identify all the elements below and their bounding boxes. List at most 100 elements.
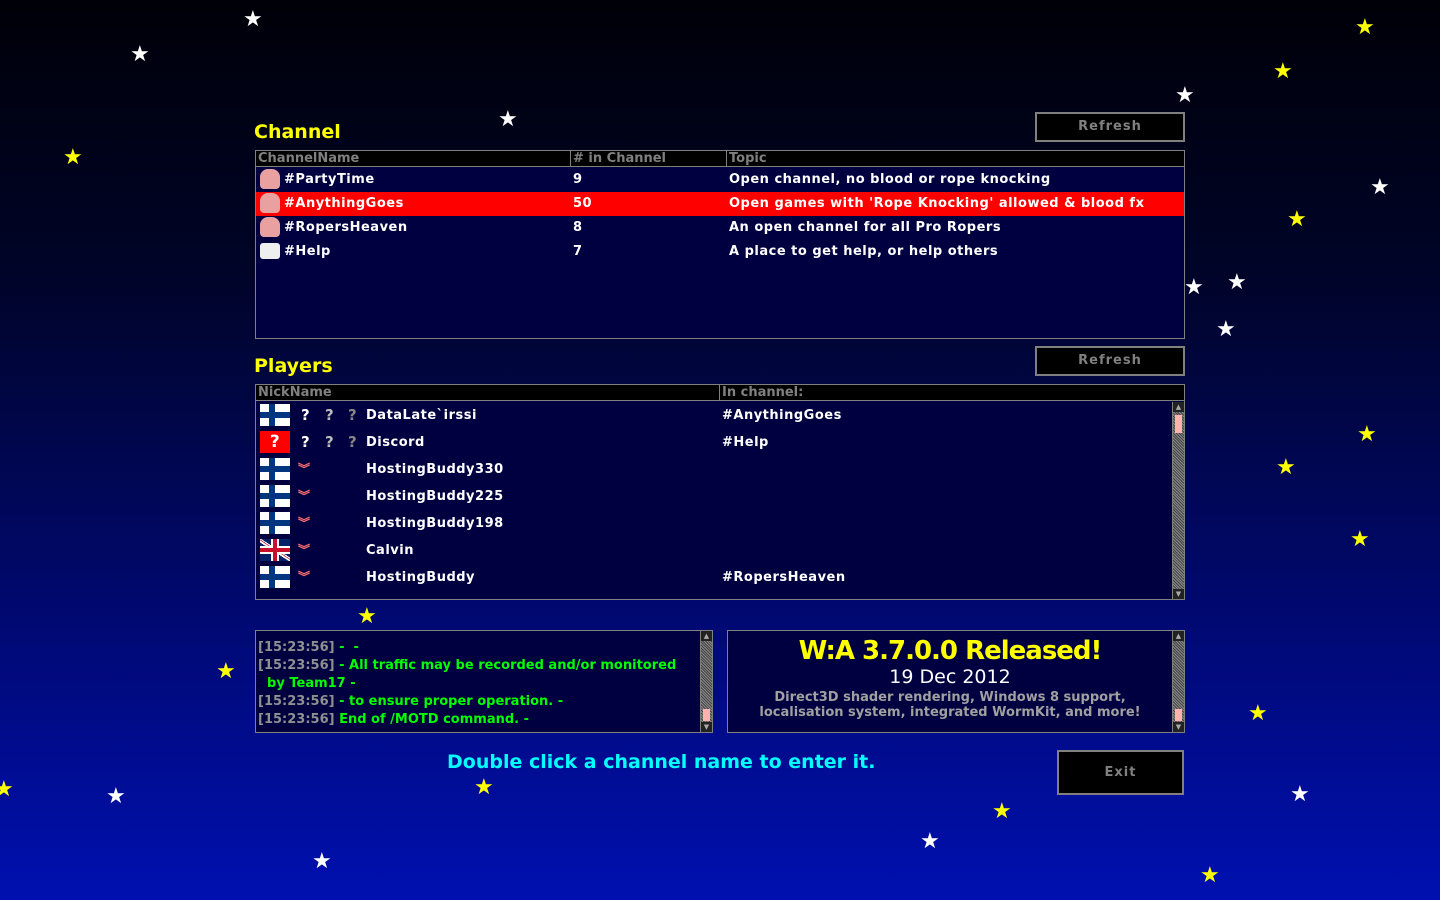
star-icon: ★ [1175, 83, 1195, 108]
player-channel: #AnythingGoes [722, 408, 842, 423]
player-row[interactable]: ︾ HostingBuddy225 [256, 483, 1184, 510]
channel-refresh-button[interactable]: Refresh [1035, 112, 1185, 142]
channel-topic: A place to get help, or help others [729, 244, 999, 259]
col-topic[interactable]: Topic [727, 151, 1184, 167]
chat-scrollbar[interactable]: ▲ ▼ [700, 631, 712, 732]
news-date: 19 Dec 2012 [889, 666, 1011, 688]
news-panel: W:A 3.7.0.0 Released! 19 Dec 2012 Direct… [727, 630, 1185, 733]
player-nick: HostingBuddy330 [366, 462, 504, 477]
player-nick: DataLate`irssi [366, 408, 477, 423]
star-icon: ★ [1287, 207, 1307, 232]
star-icon: ★ [992, 799, 1012, 824]
chat-bubble-icon [260, 243, 280, 259]
star-icon: ★ [1276, 455, 1296, 480]
star-icon: ★ [1350, 527, 1370, 552]
col-in-channel[interactable]: # in Channel [571, 151, 727, 167]
channel-row[interactable]: #PartyTime 9 Open channel, no blood or rop… [256, 168, 1184, 192]
star-icon: ★ [1357, 422, 1377, 447]
players-scrollbar[interactable]: ▲ ▼ [1172, 402, 1184, 599]
chat-text: - All traffic may be recorded and/or mon… [334, 658, 677, 673]
chat-line: [15:23:56] - All traffic may be recorded… [258, 657, 712, 675]
player-row[interactable]: ︾ HostingBuddy #RopersHeaven [256, 564, 1184, 591]
scroll-thumb[interactable] [1175, 709, 1182, 721]
worm-icon [260, 193, 280, 213]
channel-topic: Open games with 'Rope Knocking' allowed … [729, 196, 1145, 211]
channel-name: #RopersHeaven [284, 220, 408, 235]
star-icon: ★ [357, 604, 377, 629]
rank-chevron-icon: ︾ [298, 462, 311, 476]
channel-list-header: ChannelName # in Channel Topic [256, 151, 1184, 167]
col-nickname[interactable]: NickName [256, 385, 720, 401]
finland-flag-icon [260, 512, 290, 534]
chat-text: - to ensure proper operation. - [334, 694, 564, 709]
chat-line: [15:23:56] - - [258, 639, 712, 657]
star-icon: ★ [1200, 863, 1220, 888]
news-body-2: localisation system, integrated WormKit,… [759, 705, 1141, 720]
chat-text: - - [334, 640, 359, 655]
scroll-thumb[interactable] [1175, 415, 1182, 433]
player-nick: Discord [366, 435, 425, 450]
unknown-icon: ? [325, 406, 335, 424]
finland-flag-icon [260, 458, 290, 480]
channel-row[interactable]: #AnythingGoes 50 Open games with 'Rope Kno… [256, 192, 1184, 216]
chat-timestamp: [15:23:56] [258, 658, 335, 673]
star-icon: ★ [106, 784, 126, 809]
col-player-channel[interactable]: In channel: [720, 385, 1184, 401]
star-icon: ★ [1355, 15, 1375, 40]
star-icon: ★ [1227, 270, 1247, 295]
chat-timestamp: [15:23:56] [258, 694, 335, 709]
unknown-icon: ? [301, 433, 311, 451]
uk-flag-icon [260, 539, 290, 561]
exit-button[interactable]: Exit [1057, 750, 1184, 795]
player-nick: HostingBuddy198 [366, 516, 504, 531]
unknown-icon: ? [348, 406, 358, 424]
star-icon: ★ [1290, 782, 1310, 807]
star-icon: ★ [1248, 701, 1268, 726]
unknown-icon: ? [325, 433, 335, 451]
channel-topic: Open channel, no blood or rope knocking [729, 172, 1051, 187]
hint-text: Double click a channel name to enter it. [447, 751, 876, 773]
channel-count: 9 [573, 172, 583, 187]
star-icon: ★ [1184, 275, 1204, 300]
players-title: Players [254, 355, 333, 377]
player-row[interactable]: ︾ HostingBuddy198 [256, 510, 1184, 537]
channel-row[interactable]: #Help 7 A place to get help, or help other… [256, 240, 1184, 264]
chat-line: [15:23:56] - to ensure proper operation.… [258, 693, 712, 711]
finland-flag-icon [260, 404, 290, 426]
scroll-thumb[interactable] [703, 709, 710, 721]
players-list[interactable]: NickName In channel: ??? DataLate`irssi #A… [255, 384, 1185, 600]
rank-chevron-icon: ︾ [298, 489, 311, 503]
channel-row[interactable]: #RopersHeaven 8 An open channel for all Pr… [256, 216, 1184, 240]
player-channel: #Help [722, 435, 769, 450]
channel-name: #PartyTime [284, 172, 375, 187]
players-refresh-button[interactable]: Refresh [1035, 346, 1185, 376]
finland-flag-icon [260, 485, 290, 507]
col-channel-name[interactable]: ChannelName [256, 151, 571, 167]
star-icon: ★ [920, 829, 940, 854]
channel-count: 7 [573, 244, 583, 259]
unknown-flag-icon: ? [260, 431, 290, 453]
player-row[interactable]: ???? Discord #Help [256, 429, 1184, 456]
worm-icon [260, 169, 280, 189]
star-icon: ★ [312, 849, 332, 874]
channel-topic: An open channel for all Pro Ropers [729, 220, 1002, 235]
channel-title: Channel [254, 121, 341, 143]
rank-chevron-icon: ︾ [298, 516, 311, 530]
chat-timestamp: [15:23:56] [258, 712, 335, 727]
star-icon: ★ [243, 7, 263, 32]
player-row[interactable]: ??? DataLate`irssi #AnythingGoes [256, 402, 1184, 429]
channel-list[interactable]: ChannelName # in Channel Topic #PartyTim… [255, 150, 1185, 339]
chat-timestamp: [15:23:56] [258, 640, 335, 655]
star-icon: ★ [63, 145, 83, 170]
unknown-icon: ? [348, 433, 358, 451]
unknown-icon: ? [301, 406, 311, 424]
star-icon: ★ [1370, 175, 1390, 200]
channel-name: #AnythingGoes [284, 196, 404, 211]
player-row[interactable]: ︾ HostingBuddy330 [256, 456, 1184, 483]
rank-chevron-icon: ︾ [298, 543, 311, 557]
channel-count: 8 [573, 220, 583, 235]
player-row[interactable]: ︾ Calvin [256, 537, 1184, 564]
news-scrollbar[interactable]: ▲ ▼ [1172, 631, 1184, 732]
chat-text: by Team17 - [258, 676, 356, 691]
chat-text: End of /MOTD command. - [334, 712, 530, 727]
